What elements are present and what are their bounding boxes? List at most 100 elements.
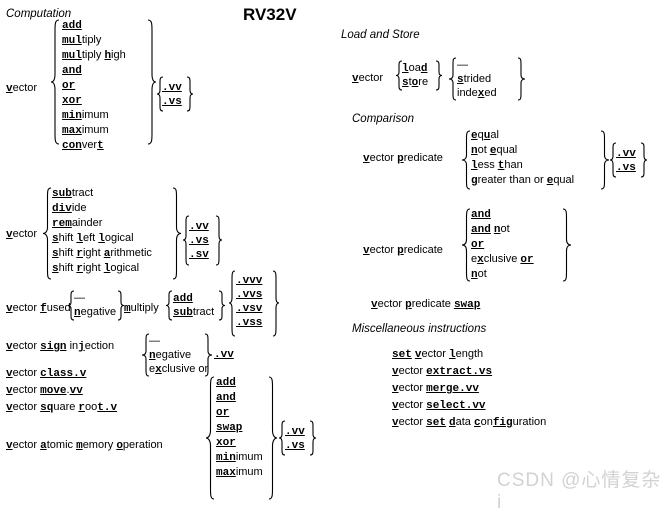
- group-suffix-vv-vs-2: .vv .vs: [285, 423, 305, 452]
- option-store: store: [402, 76, 429, 89]
- option-or: or: [62, 80, 76, 92]
- page-title: RV32V: [243, 5, 297, 24]
- option-exclusive-or: exclusive or: [471, 253, 534, 266]
- label-multiply: multiply: [124, 302, 159, 315]
- brace-close-computation-2: [172, 187, 182, 280]
- instruction-vector-move: vector move.vv: [6, 384, 83, 397]
- group-fused-sign: — negative: [74, 291, 116, 319]
- label-vector-2: vector: [6, 228, 38, 241]
- brace-close-sign-injection: [204, 333, 213, 377]
- option-swap: swap: [216, 422, 243, 434]
- label-vector-load-store: vector: [352, 72, 384, 85]
- group-fused-op: add subtract: [173, 291, 214, 319]
- group-load-store-direction: load store: [402, 61, 428, 89]
- option-multiply-high: multiply high: [62, 49, 126, 62]
- option-divide: divide: [52, 202, 87, 215]
- option-and: and: [216, 392, 236, 404]
- option-and-not: and not: [471, 223, 510, 236]
- brace-open-fused-op: [165, 290, 173, 321]
- option-load: load: [402, 62, 428, 75]
- instruction-vector-merge: vector merge.vv: [392, 382, 479, 395]
- option-and: and: [471, 209, 491, 221]
- option-or: or: [216, 407, 230, 419]
- option-equal: equal: [471, 129, 499, 142]
- brace-close-amo: [268, 376, 278, 500]
- option-remainder: remainder: [52, 217, 103, 230]
- option-maximum: maximum: [216, 466, 263, 479]
- suffix-vs: .vs: [189, 235, 209, 247]
- option-negative: negative: [149, 349, 192, 362]
- group-suffix-vvv: .vvv .vvs .vsv .vss: [236, 272, 263, 329]
- option-greater-than-or-equal: greater than or equal: [471, 174, 575, 187]
- brace-open-computation-1: [50, 19, 60, 145]
- group-compare-ops: equal not equal less than greater than o…: [471, 128, 574, 188]
- suffix-vv-sign-injection: .vv: [214, 349, 234, 361]
- section-heading-load-and-store: Load and Store: [341, 29, 420, 41]
- option-none: —: [74, 292, 85, 304]
- option-minimum: minimum: [62, 109, 109, 122]
- option-and: and: [62, 65, 82, 77]
- option-shift-right-logical: shift right logical: [52, 262, 140, 275]
- suffix-vs: .vs: [162, 96, 182, 108]
- label-vector-fused: vector fused: [6, 302, 71, 315]
- instruction-vector-set-data-configuration: vector set data configuration: [392, 416, 547, 429]
- section-heading-miscellaneous: Miscellaneous instructions: [352, 323, 487, 335]
- option-strided: strided: [457, 73, 492, 86]
- label-vector-predicate-compare: vector predicate: [363, 152, 443, 165]
- brace-open-ls-mode: [448, 57, 457, 101]
- suffix-vs: .vs: [285, 440, 305, 452]
- group-computation-arith-2: subtract divide remainder shift left log…: [52, 186, 152, 276]
- brace-close-fused-op: [218, 290, 226, 321]
- brace-close-ls-mode: [517, 57, 526, 101]
- suffix-vvv: .vvv: [236, 275, 263, 287]
- option-none: —: [149, 335, 160, 347]
- brace-open-computation-2: [42, 187, 52, 280]
- suffix-vsv: .vsv: [236, 303, 263, 315]
- label-vector-predicate-logical: vector predicate: [363, 244, 443, 257]
- section-heading-comparison: Comparison: [352, 113, 414, 125]
- option-add: add: [62, 20, 82, 32]
- watermark: CSDN @心情复杂i: [497, 470, 662, 513]
- brace-close-suffix-5: [640, 142, 648, 178]
- instruction-vector-predicate-swap: vector predicate swap: [371, 298, 481, 311]
- option-subtract: subtract: [52, 187, 94, 200]
- option-xor: xor: [62, 95, 82, 107]
- suffix-vv: .vv: [189, 221, 209, 233]
- brace-close-predicate: [562, 208, 572, 282]
- suffix-vv: .vv: [285, 426, 305, 438]
- group-sign-injection: — negative exclusive or: [149, 334, 208, 376]
- group-suffix-vv-vs-3: .vv .vs: [616, 145, 636, 174]
- suffix-vss: .vss: [236, 317, 263, 329]
- rv32v-reference-card: RV32V Computation vector add multiply mu…: [0, 0, 664, 513]
- brace-close-suffix-3: [272, 270, 280, 337]
- option-none: —: [457, 59, 468, 71]
- group-load-store-mode: — strided indexed: [457, 58, 497, 100]
- group-suffix-vv-vs-1: .vv .vs: [162, 79, 182, 108]
- instruction-vector-extract: vector extract.vs: [392, 365, 493, 378]
- option-not-equal: not equal: [471, 144, 518, 157]
- option-negative: negative: [74, 306, 117, 319]
- option-less-than: less than: [471, 159, 523, 172]
- option-not: not: [471, 268, 487, 281]
- brace-close-suffix-1: [186, 76, 194, 112]
- instruction-vector-select: vector select.vv: [392, 399, 486, 412]
- suffix-sv: .sv: [189, 249, 209, 261]
- brace-open-suffix-3: [228, 270, 236, 337]
- option-exclusive-or: exclusive or: [149, 363, 209, 376]
- instruction-set-vector-length: set vector length: [392, 348, 484, 361]
- brace-open-predicate: [461, 208, 471, 282]
- option-indexed: indexed: [457, 87, 497, 100]
- option-multiply: multiply: [62, 34, 102, 47]
- option-or: or: [471, 239, 485, 251]
- group-suffix-vv-vs-sv: .vv .vs .sv: [189, 218, 209, 261]
- option-xor: xor: [216, 437, 236, 449]
- instruction-vector-class: vector class.v: [6, 367, 87, 380]
- brace-open-amo: [205, 376, 215, 500]
- option-shift-right-arithmetic: shift right arithmetic: [52, 247, 152, 260]
- option-maximum: maximum: [62, 124, 109, 137]
- option-shift-left-logical: shift left logical: [52, 232, 134, 245]
- option-subtract: subtract: [173, 306, 215, 319]
- option-add: add: [173, 293, 193, 305]
- brace-open-compare: [461, 130, 471, 190]
- instruction-vector-square-root: vector square root.v: [6, 401, 118, 414]
